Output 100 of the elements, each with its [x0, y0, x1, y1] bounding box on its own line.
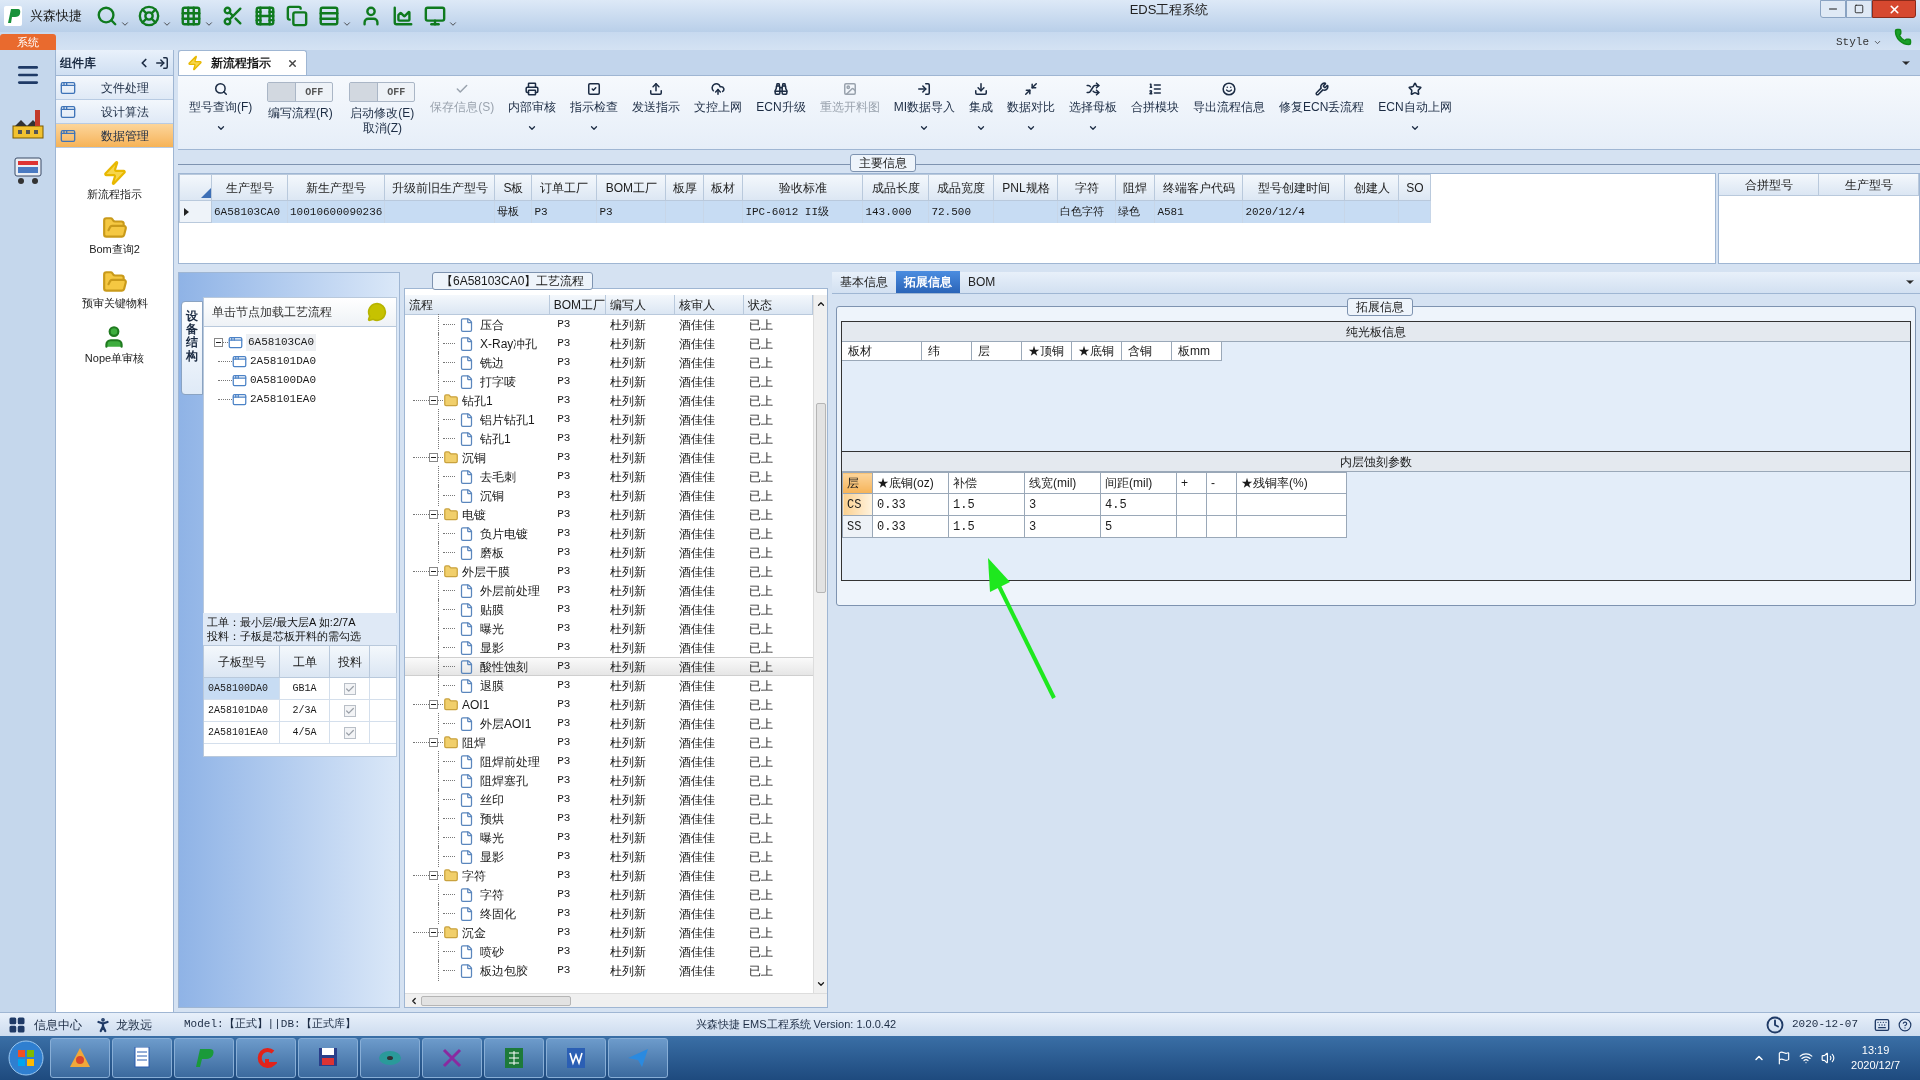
- horizontal-scrollbar[interactable]: [405, 993, 827, 1007]
- column-header[interactable]: 板厚: [665, 174, 704, 201]
- tree-node-label[interactable]: 2A58101DA0: [250, 353, 316, 370]
- column-header[interactable]: 验收标准: [742, 174, 863, 201]
- column-header[interactable]: ★底铜: [1072, 342, 1122, 360]
- column-header[interactable]: 阻焊: [1115, 174, 1155, 201]
- column-header[interactable]: 间距(mil): [1100, 472, 1177, 494]
- tree-node-label[interactable]: 2A58101EA0: [250, 391, 316, 408]
- vertical-scrollbar[interactable]: [813, 295, 827, 993]
- column-header[interactable]: 订单工厂: [531, 174, 597, 201]
- toggle-switch[interactable]: OFF: [349, 82, 416, 102]
- column-header[interactable]: +: [1176, 472, 1207, 494]
- launcher-item[interactable]: Bom查询2: [89, 214, 140, 257]
- column-header[interactable]: 投料: [330, 646, 370, 677]
- column-header[interactable]: 纬: [922, 342, 972, 360]
- column-header[interactable]: BOM工厂: [549, 295, 607, 314]
- column-header[interactable]: 板mm: [1172, 342, 1222, 360]
- dock-button[interactable]: [155, 55, 169, 70]
- column-header[interactable]: 核审人: [675, 295, 744, 314]
- toolbar-button[interactable]: MI数据导入: [886, 82, 962, 142]
- toolbar-button[interactable]: ECN自动上网: [1371, 82, 1459, 142]
- column-header[interactable]: 板材: [703, 174, 743, 201]
- column-header[interactable]: ★顶铜: [1022, 342, 1072, 360]
- quick-access-button[interactable]: [136, 3, 162, 29]
- launcher-item[interactable]: 预审关键物料: [81, 269, 148, 312]
- collapse-icon[interactable]: [429, 871, 438, 880]
- column-header[interactable]: 含铜: [1122, 342, 1172, 360]
- toolbar-button[interactable]: 文控上网: [687, 82, 750, 142]
- column-header[interactable]: 子板型号: [204, 646, 280, 677]
- toolbar-button[interactable]: 发送指示: [625, 82, 688, 142]
- checkbox[interactable]: [343, 704, 356, 717]
- tab[interactable]: 基本信息: [832, 271, 896, 293]
- checkbox[interactable]: [343, 682, 356, 695]
- collapse-icon[interactable]: [214, 338, 223, 347]
- toolbar-button[interactable]: 指示检查: [563, 82, 626, 142]
- checkbox[interactable]: [343, 726, 356, 739]
- collapse-icon[interactable]: [429, 738, 438, 747]
- launcher-item[interactable]: 新流程指示: [87, 160, 142, 203]
- table-cell[interactable]: 2A58101EA0: [204, 722, 280, 743]
- table-cell[interactable]: 2A58101DA0: [204, 700, 280, 721]
- maximize-button[interactable]: [1846, 0, 1872, 18]
- vertical-tab[interactable]: 设备结构: [181, 301, 203, 395]
- column-header[interactable]: 线宽(mil): [1024, 472, 1101, 494]
- column-header[interactable]: 字符: [1057, 174, 1116, 201]
- toolbar-button[interactable]: 修复ECN丢流程: [1272, 82, 1372, 142]
- nav-item[interactable]: 设计算法: [56, 100, 173, 124]
- column-header[interactable]: 补偿: [948, 472, 1025, 494]
- tab[interactable]: 拓展信息: [896, 271, 960, 293]
- launcher-item[interactable]: Nope单审核: [84, 323, 145, 366]
- collapse-icon[interactable]: [429, 567, 438, 576]
- collapse-icon[interactable]: [429, 396, 438, 405]
- column-header[interactable]: ★底铜(oz): [872, 472, 949, 494]
- close-button[interactable]: [1872, 0, 1916, 18]
- tab[interactable]: BOM: [960, 271, 1004, 293]
- column-header[interactable]: 成品长度: [862, 174, 929, 201]
- column-header[interactable]: 流程: [405, 295, 550, 314]
- column-header[interactable]: 层: [972, 342, 1022, 360]
- column-header[interactable]: S板: [494, 174, 532, 201]
- collapse-icon[interactable]: [429, 928, 438, 937]
- tree-row[interactable]: 酸性蚀刻 P3 杜列新 酒佳佳 已上: [405, 657, 813, 676]
- taskbar-button[interactable]: [298, 1038, 358, 1078]
- column-header[interactable]: 成品宽度: [928, 174, 994, 201]
- column-header[interactable]: 终端客户代码: [1154, 174, 1243, 201]
- column-header[interactable]: PNL规格: [993, 174, 1058, 201]
- column-header[interactable]: 生产型号: [1819, 174, 1919, 195]
- toolbar-button[interactable]: 型号查询(F): [182, 82, 260, 142]
- toolbar-button[interactable]: 内部审核: [501, 82, 564, 142]
- toolbar-button[interactable]: ECN升级: [749, 82, 813, 142]
- column-header[interactable]: 合拼型号: [1719, 174, 1819, 195]
- table-cell[interactable]: 0A58100DA0: [204, 678, 280, 699]
- toolbar-button[interactable]: 导出流程信息: [1186, 82, 1272, 142]
- nav-item[interactable]: 文件处理: [56, 76, 173, 100]
- toolbar-button[interactable]: 集成: [962, 82, 1000, 142]
- column-header[interactable]: 工单: [280, 646, 330, 677]
- minimize-button[interactable]: [1820, 0, 1846, 18]
- column-header[interactable]: ★残铜率(%): [1236, 472, 1347, 494]
- column-header[interactable]: 新生产型号: [287, 174, 385, 201]
- table-cell[interactable]: CS: [842, 493, 873, 516]
- tree-node-label[interactable]: 6A58103CA0: [246, 334, 316, 351]
- toolbar-button[interactable]: 选择母板: [1062, 82, 1124, 142]
- table-row[interactable]: 6A58103CA0 10010600090236 母板 P3 P3 IPC-6012 II级 143.000 72.500 白色字符 绿色 A581 2020/12/4: [179, 200, 1431, 223]
- tree-node-label[interactable]: 0A58100DA0: [250, 372, 316, 389]
- column-header[interactable]: 编写人: [606, 295, 675, 314]
- column-header[interactable]: 型号创建时间: [1242, 174, 1345, 201]
- style-dropdown[interactable]: Style: [1836, 34, 1882, 50]
- column-header[interactable]: -: [1206, 472, 1237, 494]
- column-header[interactable]: SO: [1398, 174, 1431, 201]
- column-header[interactable]: 板材: [842, 342, 922, 360]
- toolbar-button[interactable]: 合拼模块: [1124, 82, 1186, 142]
- column-header[interactable]: 升级前旧生产型号: [384, 174, 495, 201]
- table-cell[interactable]: SS: [842, 515, 873, 538]
- scroll-thumb[interactable]: [421, 995, 571, 1006]
- document-tab[interactable]: 新流程指示: [178, 50, 307, 75]
- taskbar-button[interactable]: [112, 1038, 172, 1078]
- column-header[interactable]: 生产型号: [211, 174, 288, 201]
- scroll-thumb[interactable]: [815, 403, 826, 593]
- collapse-icon[interactable]: [429, 510, 438, 519]
- quick-access-button[interactable]: [284, 3, 310, 29]
- collapse-icon[interactable]: [429, 700, 438, 709]
- toggle-switch[interactable]: OFF: [267, 82, 334, 102]
